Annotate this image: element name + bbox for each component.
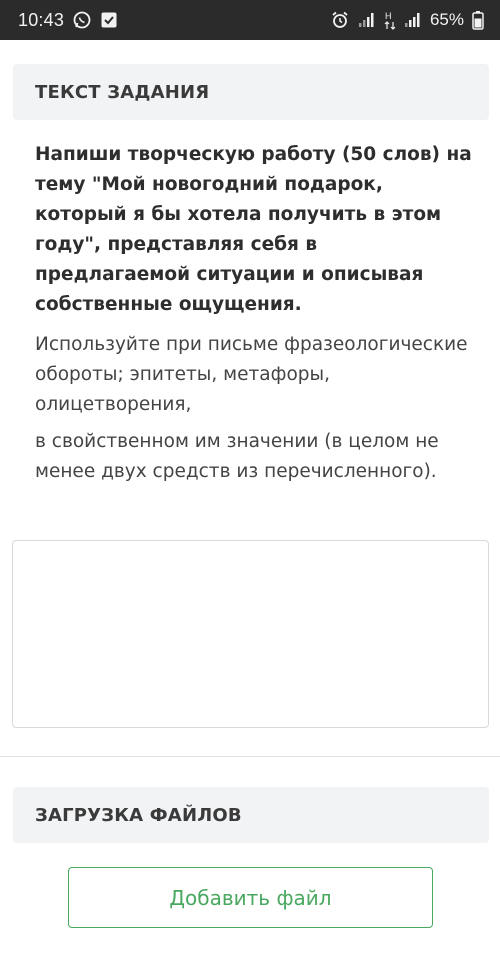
status-bar-left: 10:43 (18, 10, 118, 31)
task-main-text: Напиши творческую работу (50 слов) на те… (35, 144, 472, 315)
data-arrows-icon: H (384, 10, 396, 30)
alarm-icon (330, 10, 350, 30)
upload-section-header: ЗАГРУЗКА ФАЙЛОВ (13, 787, 489, 843)
answer-textarea[interactable] (12, 540, 489, 728)
add-file-button[interactable]: Добавить файл (68, 867, 433, 928)
battery-icon (472, 10, 484, 30)
signal-icon (404, 12, 422, 28)
svg-text:H: H (385, 11, 392, 21)
status-time: 10:43 (18, 9, 65, 30)
section-divider (0, 756, 500, 757)
task-instruction-2: в свойственном им значении (в целом не м… (35, 431, 439, 482)
status-bar-right: H 65% (330, 10, 484, 30)
status-bar: 10:43 H 65% (0, 0, 500, 40)
task-section-header: ТЕКСТ ЗАДАНИЯ (13, 64, 489, 120)
task-instruction-1: Используйте при письме фразеологические … (35, 334, 468, 415)
upload-section-title: ЗАГРУЗКА ФАЙЛОВ (35, 804, 242, 826)
task-body: Напиши творческую работу (50 слов) на те… (35, 140, 475, 494)
whatsapp-icon (72, 10, 92, 30)
task-section-title: ТЕКСТ ЗАДАНИЯ (35, 81, 210, 103)
signal-icon (358, 12, 376, 28)
download-check-icon (100, 11, 118, 29)
battery-percent: 65% (429, 10, 464, 29)
